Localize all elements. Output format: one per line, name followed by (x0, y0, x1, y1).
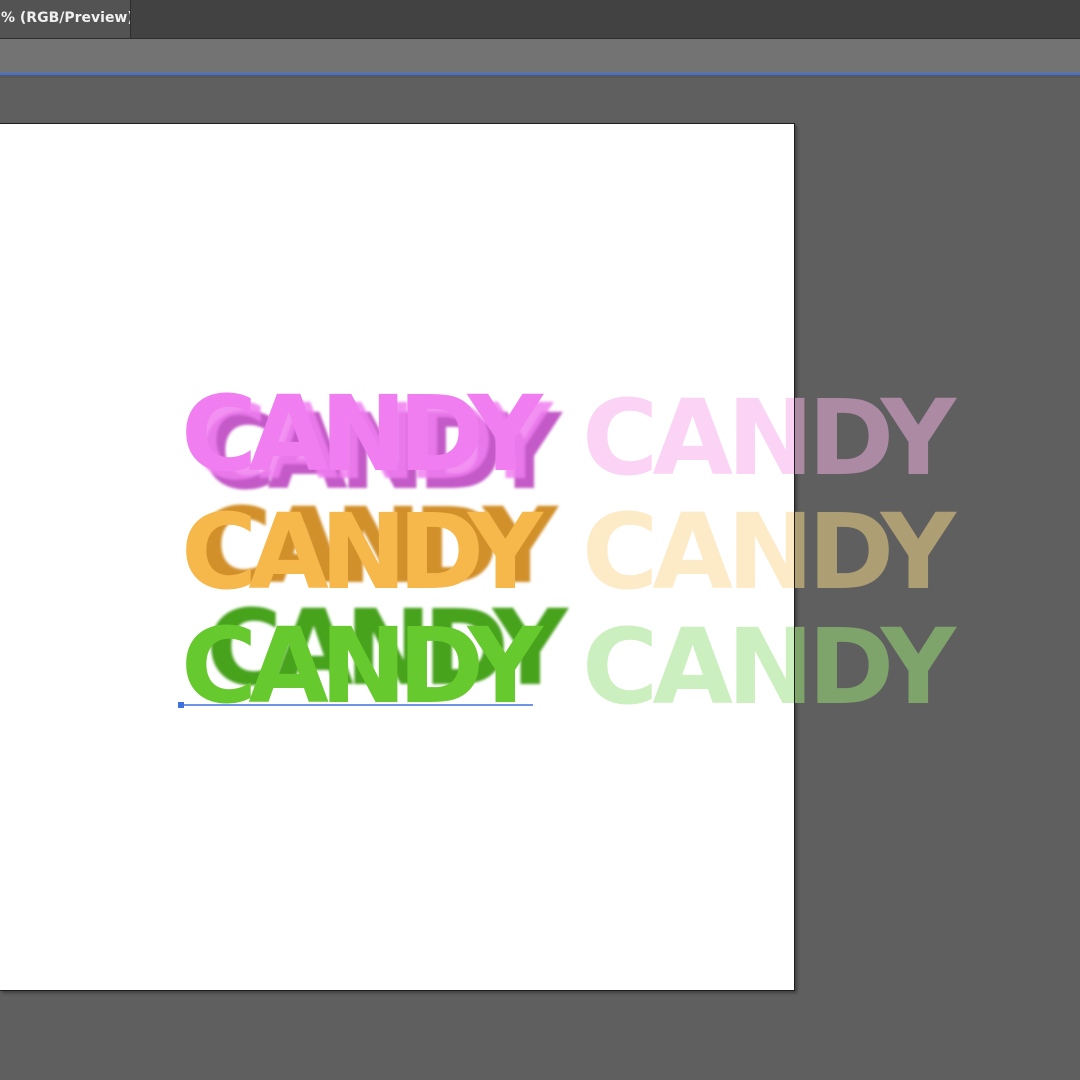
document-tab[interactable]: % (RGB/Preview) (0, 0, 131, 38)
control-bar-shadow (0, 75, 1080, 78)
artboard[interactable] (0, 123, 795, 991)
control-bar (0, 39, 1080, 73)
document-tab-bar: % (RGB/Preview) (0, 0, 1080, 39)
